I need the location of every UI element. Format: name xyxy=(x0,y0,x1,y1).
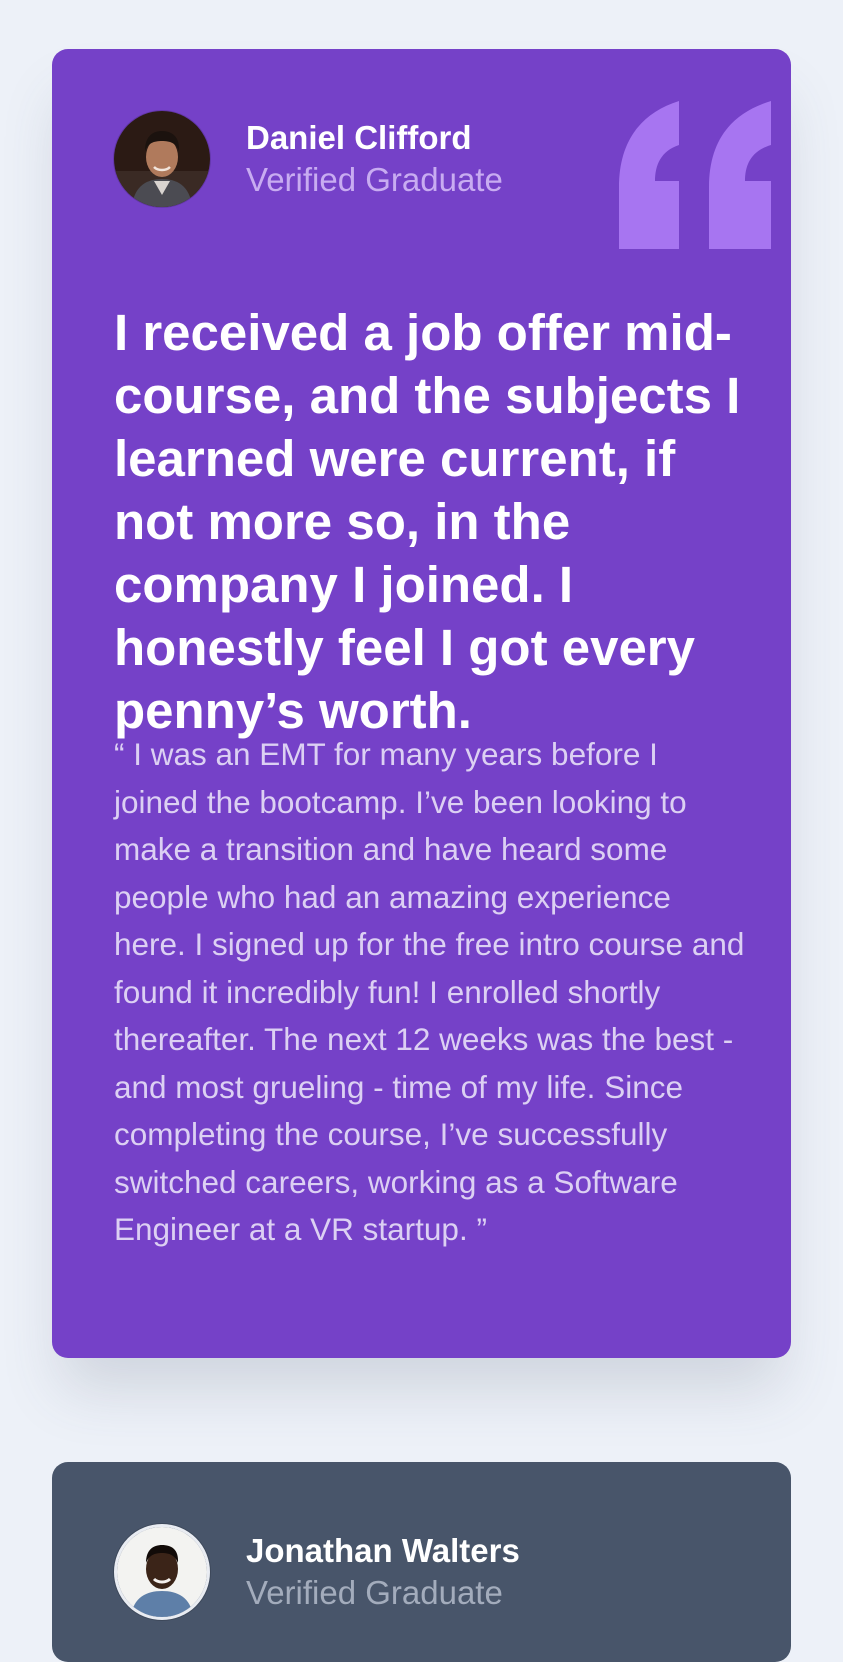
author-info: Daniel Clifford Verified Graduate xyxy=(246,117,503,201)
author-role: Verified Graduate xyxy=(246,161,503,198)
testimonial-header: Daniel Clifford Verified Graduate xyxy=(114,111,503,207)
avatar xyxy=(114,1524,210,1620)
author-role: Verified Graduate xyxy=(246,1574,503,1611)
author-name: Jonathan Walters xyxy=(246,1532,520,1569)
testimonial-card-jonathan: Jonathan Walters Verified Graduate xyxy=(52,1462,791,1662)
testimonial-card-daniel: Daniel Clifford Verified Graduate I rece… xyxy=(52,49,791,1358)
author-info: Jonathan Walters Verified Graduate xyxy=(246,1530,520,1614)
testimonial-headline: I received a job offer mid-course, and t… xyxy=(114,304,741,739)
testimonial-header: Jonathan Walters Verified Graduate xyxy=(114,1524,520,1620)
author-name: Daniel Clifford xyxy=(246,119,472,156)
avatar xyxy=(114,111,210,207)
testimonial-body: “ I was an EMT for many years before I j… xyxy=(114,736,745,1247)
quote-icon xyxy=(619,101,771,249)
